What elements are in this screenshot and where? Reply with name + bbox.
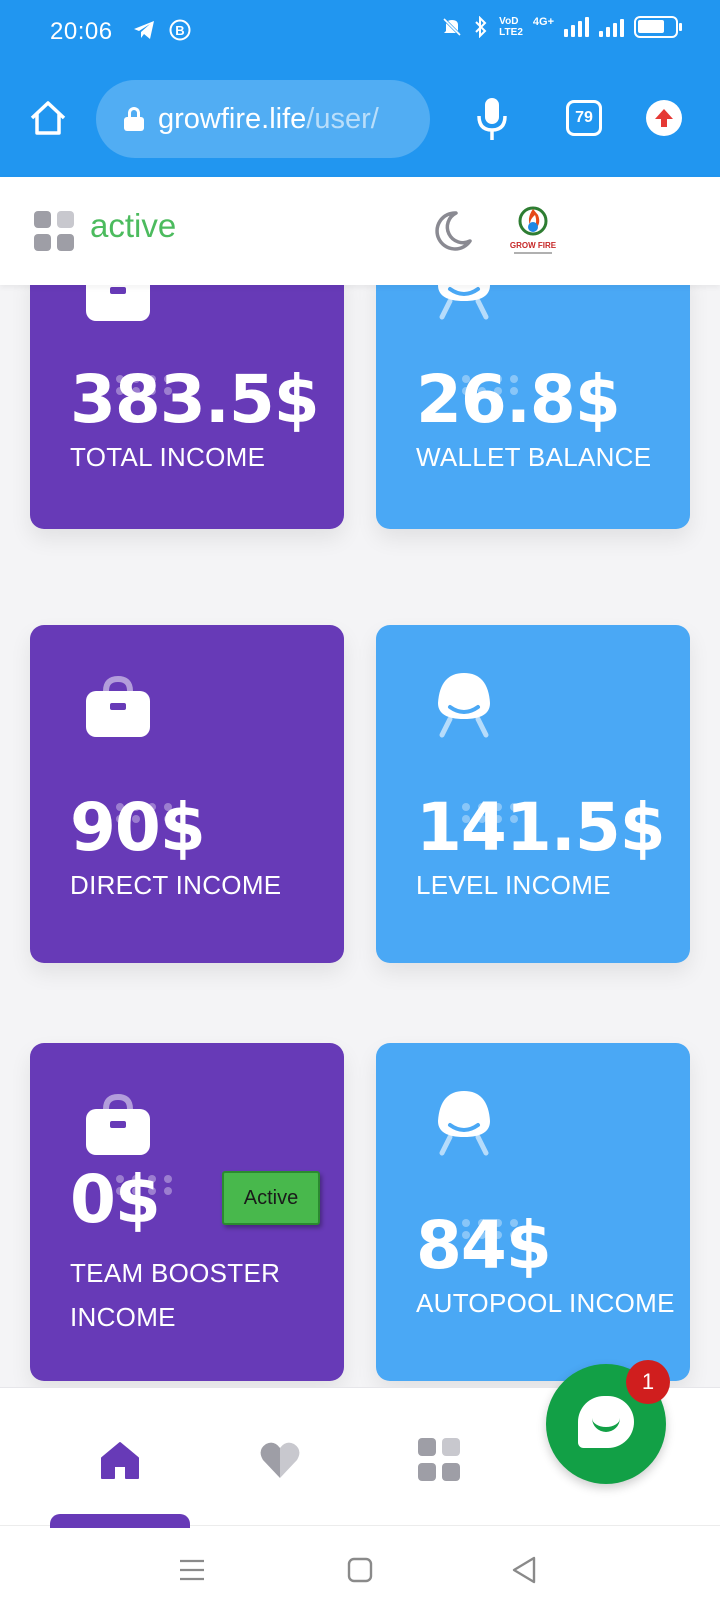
grow-fire-logo: GROW FIRE <box>502 203 564 257</box>
browser-chrome: 20:06 B VoD LTE2 4G+ growfire.life/user/… <box>0 0 720 177</box>
card-value: 84$ <box>416 1207 552 1284</box>
app-header: active GROW FIRE <box>0 177 720 285</box>
total-income-card[interactable]: 383.5$ TOTAL INCOME <box>30 265 344 529</box>
battery-icon <box>634 16 682 38</box>
team-booster-income-card[interactable]: 0$ Active TEAM BOOSTER INCOME <box>30 1043 344 1381</box>
bluetooth-icon <box>475 16 487 38</box>
card-value: 90$ <box>70 789 206 866</box>
status-time: 20:06 <box>50 18 113 45</box>
active-status-button[interactable]: Active <box>222 1171 320 1225</box>
recent-apps-menu-icon[interactable] <box>174 1552 210 1588</box>
nav-active-indicator <box>50 1514 190 1528</box>
home-icon[interactable] <box>28 98 68 138</box>
card-label: TEAM BOOSTER INCOME <box>70 1258 281 1332</box>
direct-income-card[interactable]: 90$ DIRECT INCOME <box>30 625 344 963</box>
card-label: LEVEL INCOME <box>416 870 611 900</box>
arrow-up-icon <box>655 109 673 127</box>
system-back-icon[interactable] <box>506 1552 542 1588</box>
network-type: 4G+ <box>532 16 554 28</box>
nav-apps-grid-icon[interactable] <box>418 1438 462 1482</box>
chair-icon <box>438 673 490 738</box>
autopool-income-card[interactable]: 84$ AUTOPOOL INCOME <box>376 1043 690 1381</box>
microphone-icon[interactable] <box>474 96 510 142</box>
address-bar[interactable]: growfire.life/user/ <box>96 80 430 158</box>
svg-text:B: B <box>175 23 184 38</box>
chat-bubble-icon <box>578 1396 634 1448</box>
browser-toolbar: growfire.life/user/ 79 <box>0 66 720 177</box>
dashboard-cards: 383.5$ TOTAL INCOME 26.8$ WALLET BALANCE… <box>0 265 720 1385</box>
tab-switcher-button[interactable]: 79 <box>566 100 602 136</box>
menu-grid-icon[interactable] <box>34 211 74 251</box>
card-label: DIRECT INCOME <box>70 870 282 900</box>
card-label: TOTAL INCOME <box>70 442 266 472</box>
status-bar: 20:06 B VoD LTE2 4G+ <box>0 0 720 66</box>
card-label: WALLET BALANCE <box>416 442 652 472</box>
system-navigation-bar <box>0 1525 720 1612</box>
card-value: 383.5$ <box>70 361 320 438</box>
signal-icon <box>564 17 589 37</box>
dark-mode-moon-icon[interactable] <box>430 209 474 253</box>
account-status: active <box>90 207 177 244</box>
telegram-icon <box>134 21 154 39</box>
card-value: 141.5$ <box>416 789 666 866</box>
svg-text:GROW FIRE: GROW FIRE <box>510 241 557 250</box>
mute-icon <box>443 17 462 37</box>
chat-unread-badge: 1 <box>626 1360 670 1404</box>
lock-icon <box>124 107 144 131</box>
messenger-b-icon: B <box>169 19 191 41</box>
nav-favorites-heart-icon[interactable] <box>258 1438 302 1482</box>
network-badge: VoD LTE2 <box>499 16 523 38</box>
system-home-icon[interactable] <box>342 1552 378 1588</box>
card-value: 26.8$ <box>416 361 621 438</box>
card-value: 0$ <box>70 1161 161 1238</box>
update-button[interactable] <box>646 100 682 136</box>
briefcase-icon <box>86 1093 150 1155</box>
briefcase-icon <box>86 675 150 737</box>
wallet-balance-card[interactable]: 26.8$ WALLET BALANCE <box>376 265 690 529</box>
signal-2-icon <box>599 17 624 37</box>
flame-logo-icon: GROW FIRE <box>510 206 557 254</box>
card-label: AUTOPOOL INCOME <box>416 1288 675 1318</box>
url-host: growfire.life <box>158 102 307 135</box>
url-path: /user/ <box>306 102 379 135</box>
chair-icon <box>438 1091 490 1156</box>
level-income-card[interactable]: 141.5$ LEVEL INCOME <box>376 625 690 963</box>
nav-home-icon[interactable] <box>98 1438 142 1482</box>
